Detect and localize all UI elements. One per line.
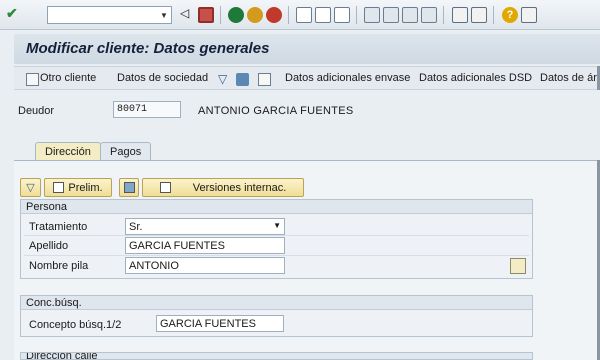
otro-cliente-button[interactable]: Otro cliente [40,72,96,84]
nombre-pila-field[interactable]: ANTONIO [125,257,285,274]
map-icon [123,182,135,193]
new-session-icon[interactable] [452,7,468,23]
exit-icon[interactable] [247,7,263,23]
help-icon[interactable]: ? [502,7,518,23]
back-arrow-icon[interactable]: ◁ [180,6,196,22]
deudor-label: Deudor [18,105,55,117]
datos-envase-button[interactable]: Datos adicionales envase [285,72,410,84]
enter-check-icon[interactable]: ✔ [6,5,22,21]
persona-heading: Persona [21,200,532,214]
versiones-label: Versiones internac. [192,181,287,194]
other-names-icon[interactable] [510,258,526,274]
tratamiento-label: Tratamiento [29,221,88,233]
concepto-busq-field[interactable]: GARCIA FUENTES [156,315,284,332]
toolbar-separator [220,6,221,24]
filter-icon: ▽ [26,182,35,194]
find-icon[interactable] [315,7,331,23]
versions-icon [159,182,171,193]
tab-pagos[interactable]: Pagos [100,142,152,160]
toolbar-separator [443,6,444,24]
concepto-busq-label: Concepto búsq.1/2 [29,319,122,331]
deudor-field[interactable]: 80071 [113,101,181,118]
document-icon[interactable] [258,73,271,86]
other-document-icon [26,73,39,86]
conc-busq-heading: Conc.búsq. [21,296,532,310]
print-icon[interactable] [296,7,312,23]
apellido-field[interactable]: GARCIA FUENTES [125,237,285,254]
datos-dsd-button[interactable]: Datos adicionales DSD [419,72,532,84]
tratamiento-select[interactable]: Sr. ▼ [125,218,285,235]
datos-sociedad-button[interactable]: Datos de sociedad [117,72,208,84]
direccion-calle-heading: Dirección calle [21,353,532,359]
print-preview-icon [53,182,65,193]
chevron-down-icon[interactable]: ▼ [273,221,281,230]
versiones-internac-button[interactable]: Versiones internac. [142,178,304,197]
cancel-icon[interactable] [266,7,282,23]
filter-button[interactable]: ▽ [20,178,41,197]
toolbar-separator [493,6,494,24]
display-icon[interactable] [236,73,249,86]
row-divider [24,235,529,236]
filter-icon[interactable]: ▽ [218,73,231,86]
prelim-label: Prelim. [68,181,103,194]
find-next-icon[interactable] [334,7,350,23]
back-icon[interactable] [228,7,244,23]
first-page-icon[interactable] [364,7,380,23]
tab-direccion[interactable]: Dirección [35,142,101,160]
command-field[interactable] [47,6,172,24]
apellido-label: Apellido [29,240,69,252]
toolbar-separator [288,6,289,24]
shortcut-icon[interactable] [471,7,487,23]
next-page-icon[interactable] [402,7,418,23]
row-divider [24,255,529,256]
save-icon[interactable] [198,7,214,23]
map-button[interactable] [119,178,139,197]
toolbar-separator [356,6,357,24]
page-title: Modificar cliente: Datos generales [26,40,270,57]
prelim-button[interactable]: Prelim. [44,178,112,197]
tratamiento-value: Sr. [129,221,143,233]
previous-page-icon[interactable] [383,7,399,23]
direccion-calle-group: Dirección calle [20,352,533,360]
deudor-name: ANTONIO GARCIA FUENTES [198,105,354,117]
nombre-pila-label: Nombre pila [29,260,89,272]
last-page-icon[interactable] [421,7,437,23]
datos-area-button[interactable]: Datos de áre [540,72,600,84]
layout-menu-icon[interactable] [521,7,537,23]
chevron-down-icon[interactable]: ▼ [156,6,172,24]
